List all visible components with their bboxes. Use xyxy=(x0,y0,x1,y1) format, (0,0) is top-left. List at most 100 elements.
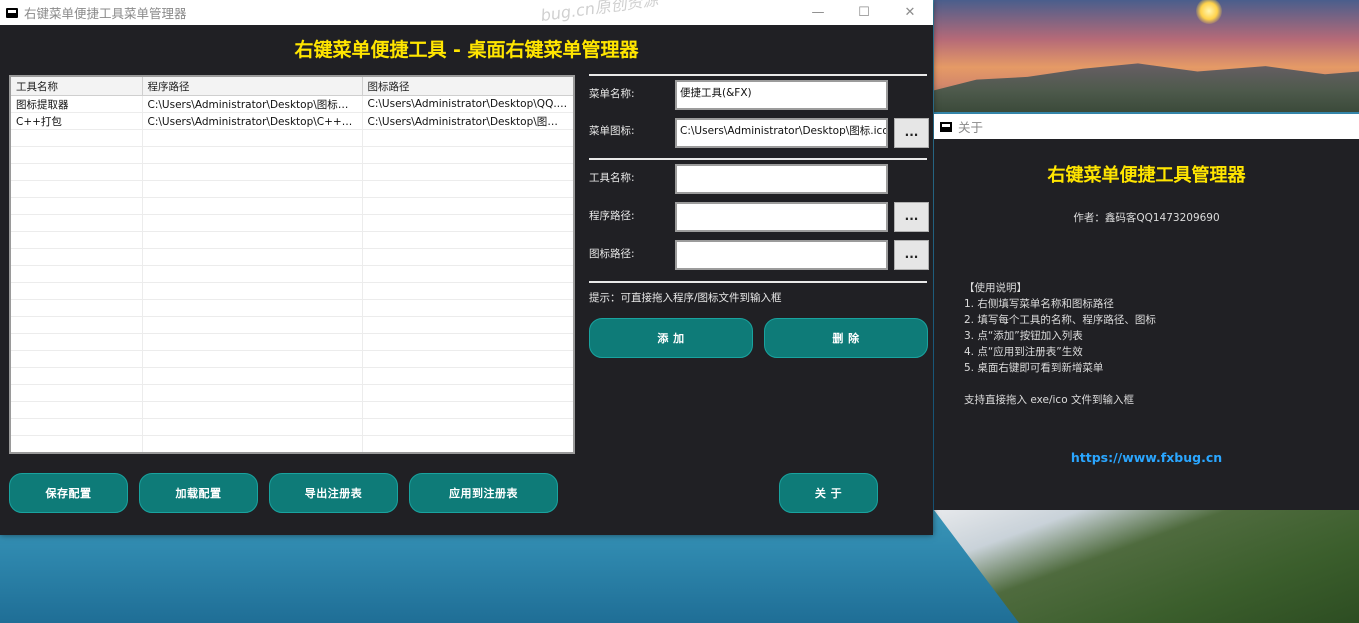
drag-hint: 提示：可直接拖入程序/图标文件到输入框 xyxy=(589,292,782,304)
empty-cell xyxy=(362,418,573,436)
menu-icon-input[interactable]: C:\Users\Administrator\Desktop\图标.ico xyxy=(675,118,888,148)
usage-line: 【使用说明】 xyxy=(964,282,1027,294)
empty-table-row xyxy=(11,180,573,198)
empty-cell xyxy=(142,282,363,300)
table-row[interactable]: 图标提取器 C:\Users\Administrator\Desktop\图标提… xyxy=(11,95,573,113)
divider-bottom xyxy=(589,281,927,283)
empty-cell xyxy=(362,401,573,419)
empty-cell xyxy=(142,299,363,317)
cell-tool-name: 图标提取器 xyxy=(11,95,143,113)
close-button[interactable]: ✕ xyxy=(887,0,933,25)
icon-path-browse-button[interactable]: ... xyxy=(894,240,929,270)
empty-cell xyxy=(11,350,143,368)
empty-table-row xyxy=(11,265,573,283)
empty-cell xyxy=(142,435,363,452)
empty-cell xyxy=(142,129,363,147)
empty-cell xyxy=(11,231,143,249)
about-app-icon xyxy=(940,121,952,132)
empty-table-row xyxy=(11,435,573,452)
empty-table-row xyxy=(11,350,573,368)
empty-table-row xyxy=(11,453,573,455)
empty-cell xyxy=(362,180,573,198)
maximize-button[interactable]: ☐ xyxy=(841,0,887,25)
watermark: bug.cn原创资源 xyxy=(539,0,660,26)
app-icon xyxy=(6,7,18,18)
empty-cell xyxy=(11,248,143,266)
empty-cell xyxy=(362,316,573,334)
table-row[interactable]: C++打包 C:\Users\Administrator\Desktop\C++… xyxy=(11,112,573,130)
window-title: 右键菜单便捷工具菜单管理器 xyxy=(24,6,187,21)
menu-name-label: 菜单名称: xyxy=(589,88,635,100)
empty-table-row xyxy=(11,231,573,249)
empty-table-row xyxy=(11,333,573,351)
website-link[interactable]: https://www.fxbug.cn xyxy=(934,450,1359,465)
empty-table-row xyxy=(11,197,573,215)
main-window: 右键菜单便捷工具菜单管理器 — ☐ ✕ bug.cn原创资源 右键菜单便捷工具 … xyxy=(0,0,933,535)
empty-cell xyxy=(362,231,573,249)
about-window-title: 关于 xyxy=(958,120,984,135)
page-title: 右键菜单便捷工具 - 桌面右键菜单管理器 xyxy=(294,39,639,61)
delete-button[interactable]: 删 除 xyxy=(764,318,928,358)
empty-cell xyxy=(11,367,143,385)
empty-cell xyxy=(11,197,143,215)
empty-cell xyxy=(362,129,573,147)
empty-cell xyxy=(142,265,363,283)
apply-registry-button[interactable]: 应用到注册表 xyxy=(409,473,558,513)
window-controls: — ☐ ✕ xyxy=(795,0,933,25)
icon-path-input[interactable] xyxy=(675,240,888,270)
column-header-program-path[interactable]: 程序路径 xyxy=(142,77,363,96)
tool-name-input[interactable] xyxy=(675,164,888,194)
add-button[interactable]: 添 加 xyxy=(589,318,753,358)
empty-table-row xyxy=(11,282,573,300)
column-header-icon-path[interactable]: 图标路径 xyxy=(362,77,573,96)
empty-cell xyxy=(142,197,363,215)
about-author: 作者：鑫码客QQ1473209690 xyxy=(1073,212,1220,224)
empty-cell xyxy=(142,367,363,385)
about-titlebar[interactable]: 关于 xyxy=(934,114,1359,139)
divider-middle xyxy=(589,158,927,160)
about-window: 关于 右键菜单便捷工具管理器 作者：鑫码客QQ1473209690 【使用说明】… xyxy=(934,114,1359,510)
save-config-button[interactable]: 保存配置 xyxy=(9,473,128,513)
empty-table-row xyxy=(11,316,573,334)
empty-cell xyxy=(362,453,573,455)
empty-table-row xyxy=(11,214,573,232)
minimize-button[interactable]: — xyxy=(795,0,841,25)
empty-table-row xyxy=(11,129,573,147)
menu-icon-browse-button[interactable]: ... xyxy=(894,118,929,148)
program-path-browse-button[interactable]: ... xyxy=(894,202,929,232)
empty-cell xyxy=(142,214,363,232)
tool-table[interactable]: 工具名称 程序路径 图标路径 图标提取器 C:\Users\Administra… xyxy=(9,75,575,454)
load-config-button[interactable]: 加载配置 xyxy=(139,473,258,513)
program-path-input[interactable] xyxy=(675,202,888,232)
empty-table-row xyxy=(11,401,573,419)
empty-cell xyxy=(362,384,573,402)
empty-cell xyxy=(362,299,573,317)
table-header-row: 工具名称 程序路径 图标路径 xyxy=(11,77,573,96)
empty-cell xyxy=(11,316,143,334)
cell-icon-path: C:\Users\Administrator\Desktop\QQ.ico xyxy=(362,95,573,113)
empty-table-row xyxy=(11,146,573,164)
column-header-tool-name[interactable]: 工具名称 xyxy=(11,77,143,96)
empty-cell xyxy=(142,401,363,419)
icon-path-label: 图标路径: xyxy=(589,248,635,260)
empty-cell xyxy=(362,367,573,385)
empty-cell xyxy=(142,453,362,455)
empty-cell xyxy=(11,129,143,147)
tool-name-label: 工具名称: xyxy=(589,172,635,184)
empty-cell xyxy=(11,180,143,198)
empty-cell xyxy=(11,384,143,402)
export-registry-button[interactable]: 导出注册表 xyxy=(269,473,398,513)
empty-cell xyxy=(142,350,363,368)
cell-icon-path: C:\Users\Administrator\Desktop\图标.ico xyxy=(362,112,573,130)
empty-cell xyxy=(362,214,573,232)
about-button[interactable]: 关 于 xyxy=(779,473,878,513)
empty-cell xyxy=(362,163,573,181)
divider-top xyxy=(589,74,927,76)
empty-cell xyxy=(362,265,573,283)
menu-name-input[interactable]: 便捷工具(&FX) xyxy=(675,80,888,110)
about-heading: 右键菜单便捷工具管理器 xyxy=(1047,165,1246,186)
main-titlebar[interactable]: 右键菜单便捷工具菜单管理器 — ☐ ✕ bug.cn原创资源 xyxy=(0,0,933,25)
cell-program-path: C:\Users\Administrator\Desktop\图标提取... xyxy=(142,95,363,113)
cell-tool-name: C++打包 xyxy=(11,112,143,130)
empty-cell xyxy=(362,350,573,368)
